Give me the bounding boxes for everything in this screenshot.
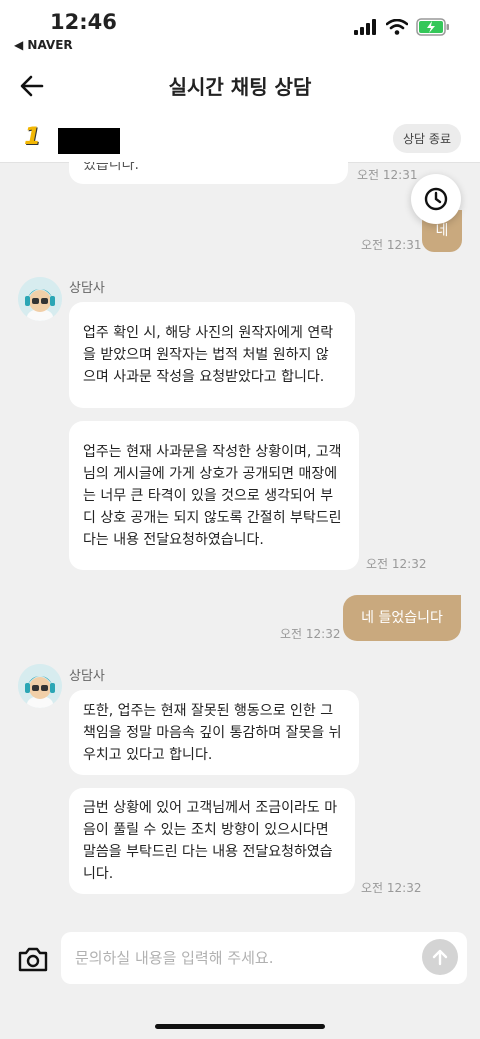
message-text: 업주 확인 시, 해당 사진의 원작자에게 연락을 받았으며 원작자는 법적 처… bbox=[83, 325, 334, 385]
battery-charging-icon bbox=[416, 18, 449, 36]
agent-message-bubble: 었습니다. bbox=[69, 162, 348, 184]
camera-icon[interactable] bbox=[16, 942, 50, 976]
back-to-app-link[interactable]: ◀ NAVER bbox=[14, 38, 73, 52]
message-time: 오전 12:32 bbox=[361, 881, 422, 895]
message-time: 오전 12:32 bbox=[280, 627, 341, 641]
message-input[interactable] bbox=[61, 932, 467, 984]
status-bar: 12:46 ◀ NAVER bbox=[0, 0, 480, 56]
message-text: 네 들었습니다 bbox=[361, 610, 443, 626]
chat-area[interactable]: 었습니다. 오전 12:31 오전 12:31 네 상담사 업주 확인 시, 해… bbox=[0, 162, 480, 914]
my-message-bubble: 네 들었습니다 bbox=[343, 595, 461, 641]
message-text: 또한, 업주는 현재 잘못된 행동으로 인한 그 책임을 정말 마음속 깊이 통… bbox=[83, 702, 342, 763]
message-time: 오전 12:32 bbox=[366, 557, 427, 571]
send-button[interactable] bbox=[422, 939, 458, 975]
status-time: 12:46 bbox=[50, 10, 117, 34]
app-header: 실시간 채팅 상담 bbox=[0, 56, 480, 116]
agent-avatar bbox=[18, 664, 62, 708]
sender-name: 상담사 bbox=[69, 281, 105, 296]
message-text: 업주는 현재 사과문을 작성한 상황이며, 고객님의 게시글에 가게 상호가 공… bbox=[83, 443, 342, 548]
arrow-up-icon bbox=[432, 949, 448, 966]
agent-message-bubble: 업주 확인 시, 해당 사진의 원작자에게 연락을 받았으며 원작자는 법적 처… bbox=[69, 302, 355, 408]
agent-avatar bbox=[18, 277, 62, 321]
sender-name: 상담사 bbox=[69, 669, 105, 684]
agent-avatar-icon bbox=[18, 664, 62, 708]
history-clock-button[interactable] bbox=[411, 174, 461, 224]
home-indicator bbox=[155, 1024, 325, 1029]
clock-icon bbox=[424, 187, 448, 211]
input-bar bbox=[0, 914, 480, 1039]
redacted-agent-name bbox=[58, 128, 120, 154]
agent-message-bubble: 금번 상황에 있어 고객님께서 조금이라도 마음이 풀릴 수 있는 조치 방향이… bbox=[69, 788, 355, 894]
agent-bar: 1 상담 종료 bbox=[0, 116, 480, 163]
brand-logo: 1 bbox=[24, 122, 41, 150]
agent-message-bubble: 또한, 업주는 현재 잘못된 행동으로 인한 그 책임을 정말 마음속 깊이 통… bbox=[69, 690, 359, 775]
wifi-icon bbox=[386, 19, 408, 35]
agent-avatar-icon bbox=[18, 277, 62, 321]
message-text: 금번 상황에 있어 고객님께서 조금이라도 마음이 풀릴 수 있는 조치 방향이… bbox=[83, 800, 338, 882]
message-time: 오전 12:31 bbox=[357, 168, 418, 182]
signal-icon bbox=[354, 19, 376, 35]
status-icons bbox=[354, 18, 450, 36]
message-time: 오전 12:31 bbox=[361, 238, 422, 252]
agent-message-bubble: 업주는 현재 사과문을 작성한 상황이며, 고객님의 게시글에 가게 상호가 공… bbox=[69, 421, 359, 570]
message-text: 었습니다. bbox=[83, 162, 139, 173]
end-consultation-button[interactable]: 상담 종료 bbox=[393, 124, 461, 153]
page-title: 실시간 채팅 상담 bbox=[168, 75, 312, 99]
